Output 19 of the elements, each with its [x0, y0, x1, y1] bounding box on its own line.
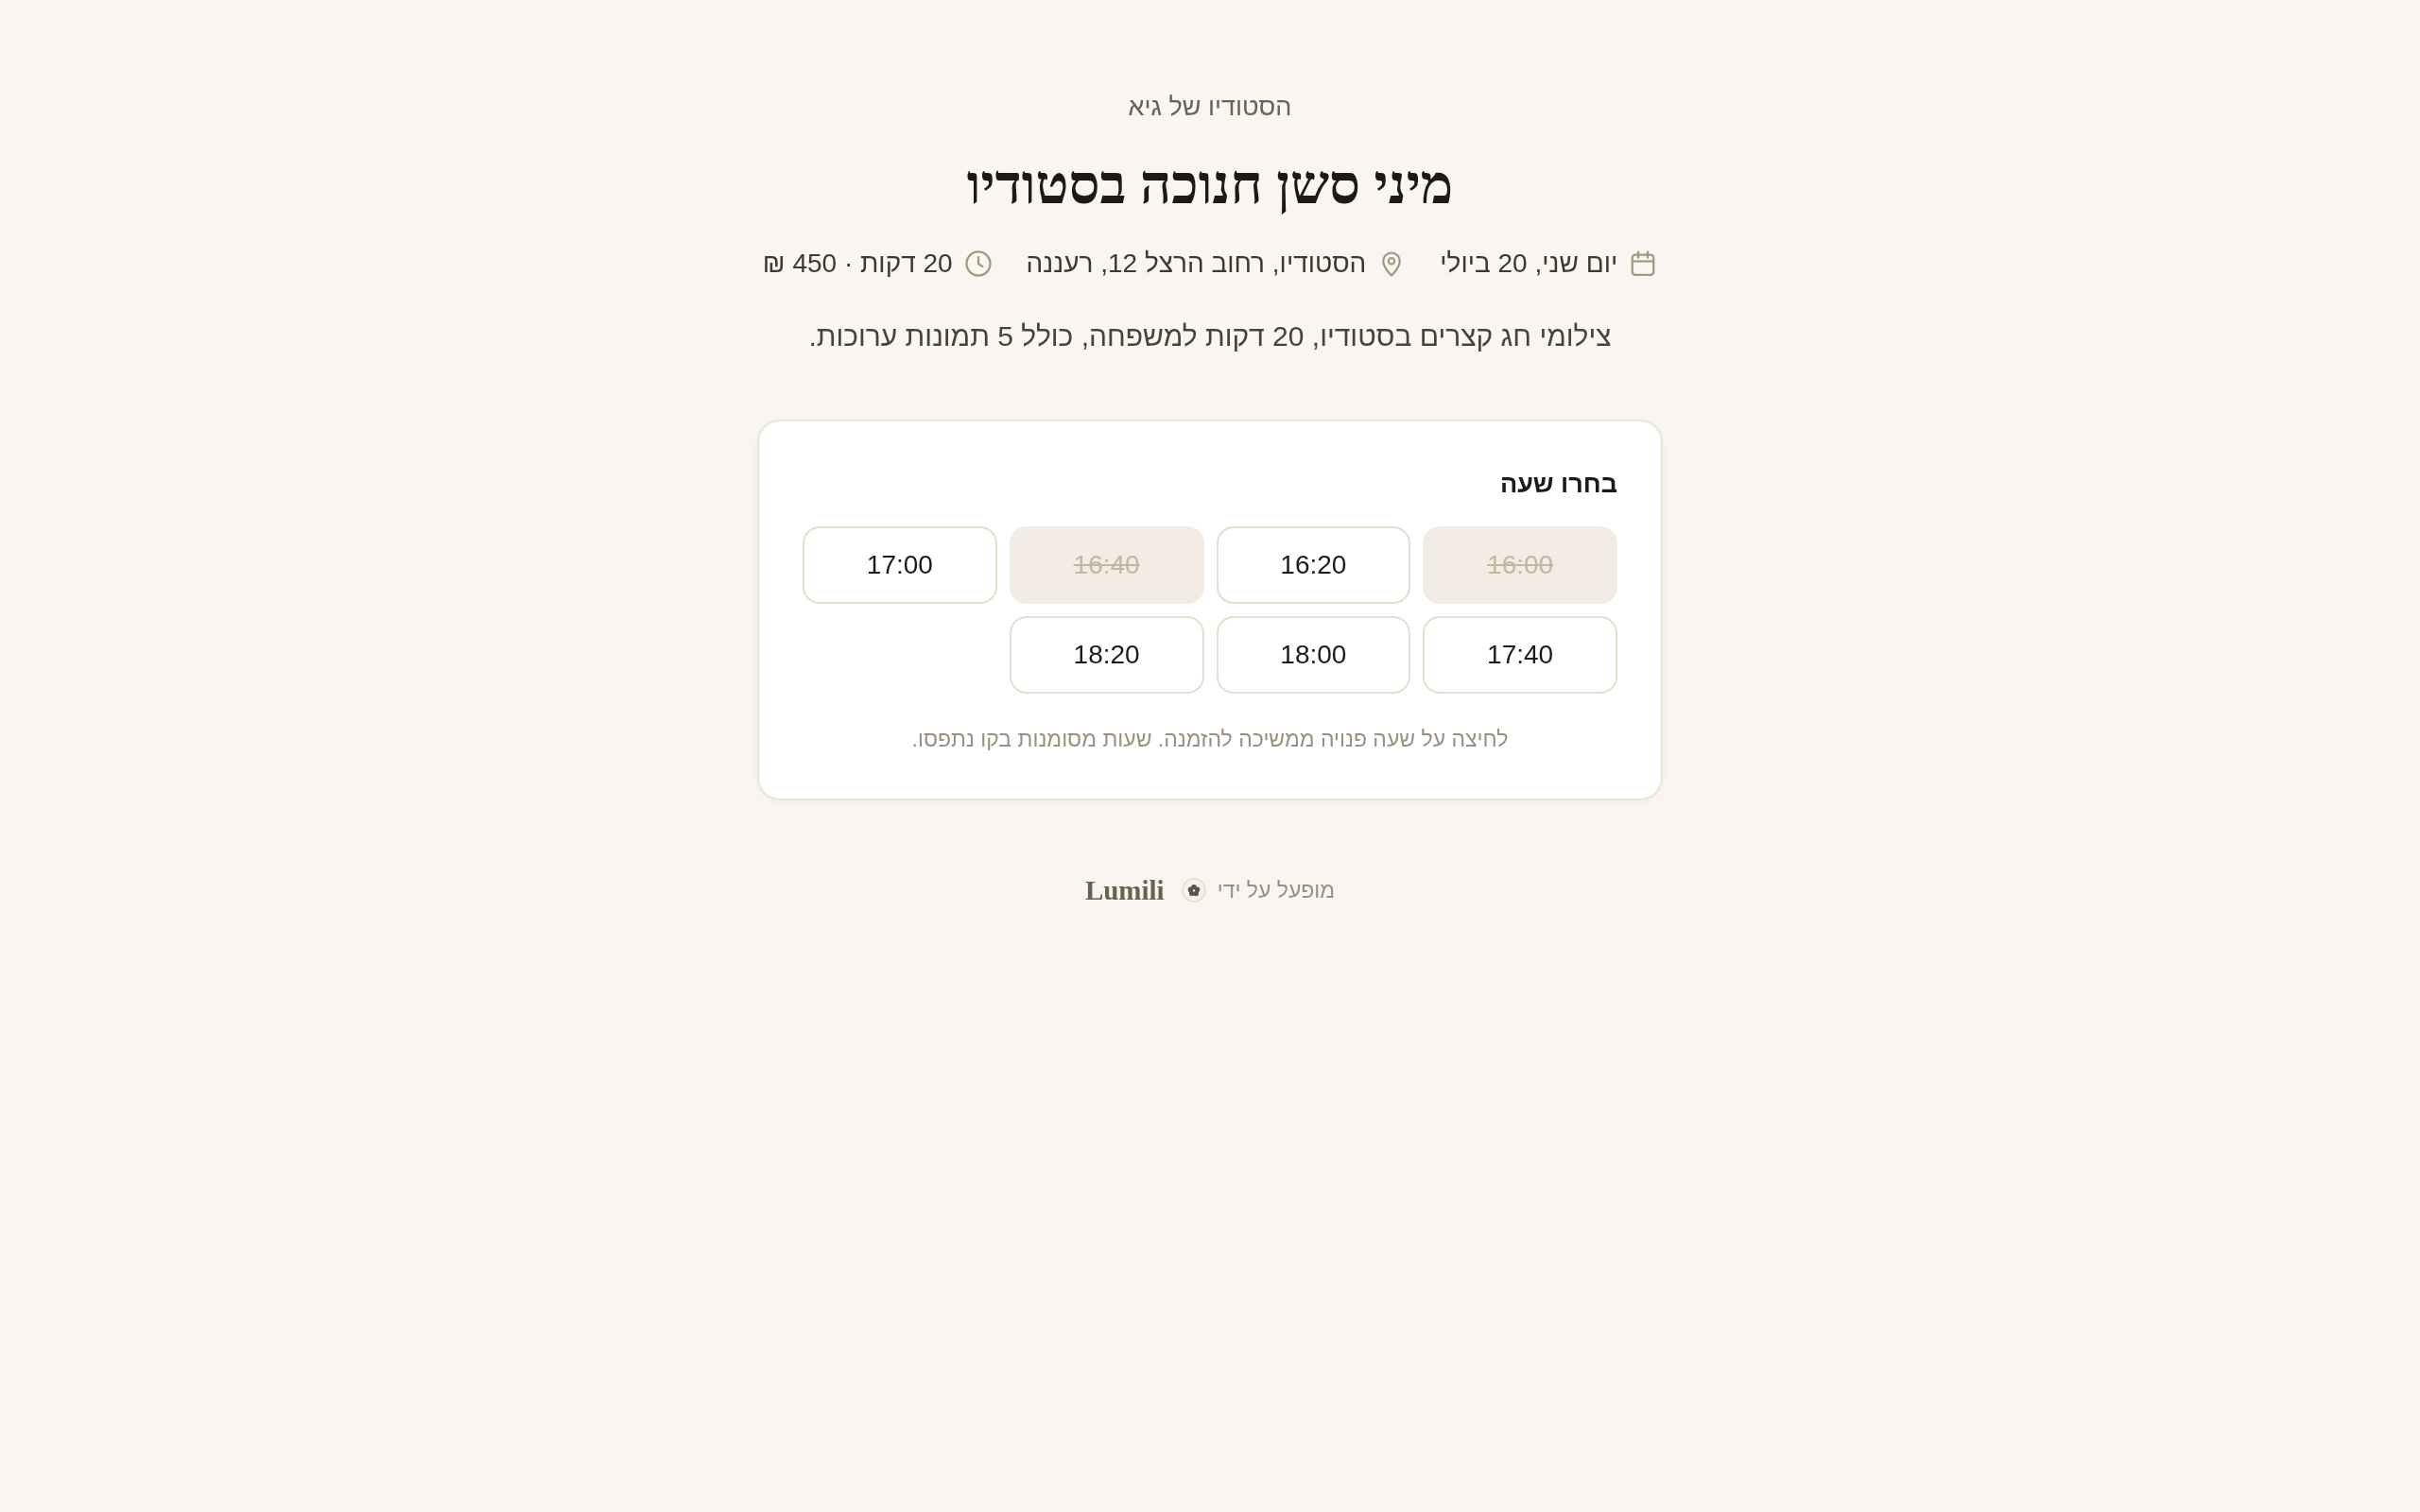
- powered-by-text: מופעל על ידי: [1217, 877, 1336, 903]
- page-title: מיני סשן חנוכה בסטודיו: [966, 155, 1454, 215]
- detail-text: הסטודיו, רחוב הרצל 12, רעננה: [1026, 248, 1367, 280]
- time-slot-button[interactable]: 18:00: [1216, 616, 1411, 694]
- time-slot-button: 16:40: [1009, 526, 1204, 604]
- brand-link[interactable]: Lumili: [1084, 874, 1165, 906]
- section-heading: בחרו שעה: [1498, 469, 1617, 500]
- studio-name: הסטודיו של גיא: [1128, 92, 1292, 123]
- time-slot-button[interactable]: 17:00: [803, 526, 997, 604]
- time-slot-button[interactable]: 16:20: [1216, 526, 1411, 604]
- clock-icon: [963, 249, 993, 278]
- detail-text: 20 דקות · 450 ₪: [762, 248, 953, 280]
- time-slot-button[interactable]: 17:40: [1423, 616, 1617, 694]
- time-slot-button: 16:00: [1423, 526, 1617, 604]
- detail-text: יום שני, 20 ביולי: [1440, 248, 1618, 280]
- description-text: צילומי חג קצרים בסטודיו, 20 דקות למשפחה, כולל 5 תמונות ערוכות.: [808, 319, 1612, 353]
- hint-text: לחיצה על שעה פנויה ממשיכה להזמנה. שעות מסומנות בקו נתפסו.: [910, 726, 1510, 753]
- time-slot-button[interactable]: 18:20: [1009, 616, 1204, 694]
- flower-logo-icon: [1181, 878, 1206, 902]
